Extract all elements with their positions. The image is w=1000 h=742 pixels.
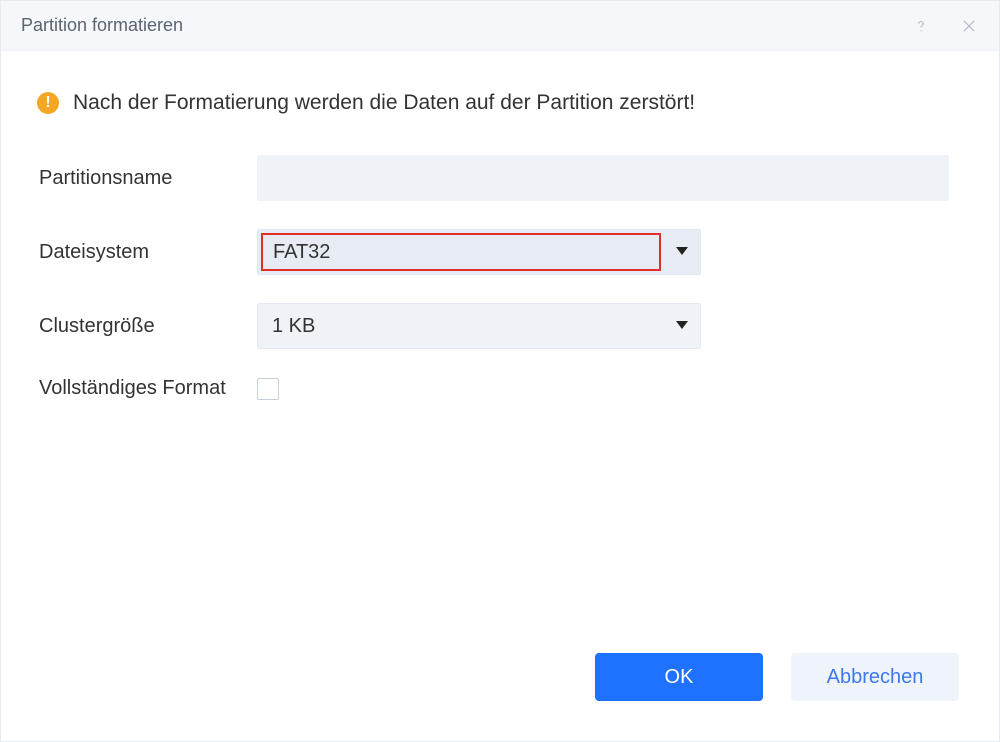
cluster-size-value: 1 KB bbox=[272, 315, 315, 338]
partition-name-input[interactable] bbox=[257, 155, 949, 201]
warning-row: ! Nach der Formatierung werden die Daten… bbox=[37, 91, 949, 115]
dialog-content: ! Nach der Formatierung werden die Daten… bbox=[1, 51, 999, 653]
full-format-label: Vollständiges Format bbox=[37, 377, 257, 400]
row-partition-name: Partitionsname bbox=[37, 155, 949, 201]
help-icon[interactable] bbox=[909, 14, 933, 38]
filesystem-value: FAT32 bbox=[261, 233, 661, 271]
format-partition-dialog: Partition formatieren ! Nach der Formati… bbox=[0, 0, 1000, 742]
cluster-size-label: Clustergröße bbox=[37, 315, 257, 338]
row-filesystem: Dateisystem FAT32 FAT32 bbox=[37, 229, 949, 275]
titlebar: Partition formatieren bbox=[1, 1, 999, 51]
dialog-title: Partition formatieren bbox=[21, 15, 909, 36]
warning-icon: ! bbox=[37, 92, 59, 114]
full-format-checkbox[interactable] bbox=[257, 378, 279, 400]
filesystem-select[interactable]: FAT32 FAT32 bbox=[257, 229, 701, 275]
row-cluster-size: Clustergröße 1 KB bbox=[37, 303, 949, 349]
partition-name-label: Partitionsname bbox=[37, 167, 257, 190]
dialog-footer: OK Abbrechen bbox=[1, 653, 999, 741]
ok-button[interactable]: OK bbox=[595, 653, 763, 701]
warning-text: Nach der Formatierung werden die Daten a… bbox=[73, 91, 695, 115]
row-full-format: Vollständiges Format bbox=[37, 377, 949, 400]
filesystem-label: Dateisystem bbox=[37, 241, 257, 264]
cluster-size-select[interactable]: 1 KB bbox=[257, 303, 701, 349]
cancel-button[interactable]: Abbrechen bbox=[791, 653, 959, 701]
titlebar-actions bbox=[909, 14, 981, 38]
close-icon[interactable] bbox=[957, 14, 981, 38]
